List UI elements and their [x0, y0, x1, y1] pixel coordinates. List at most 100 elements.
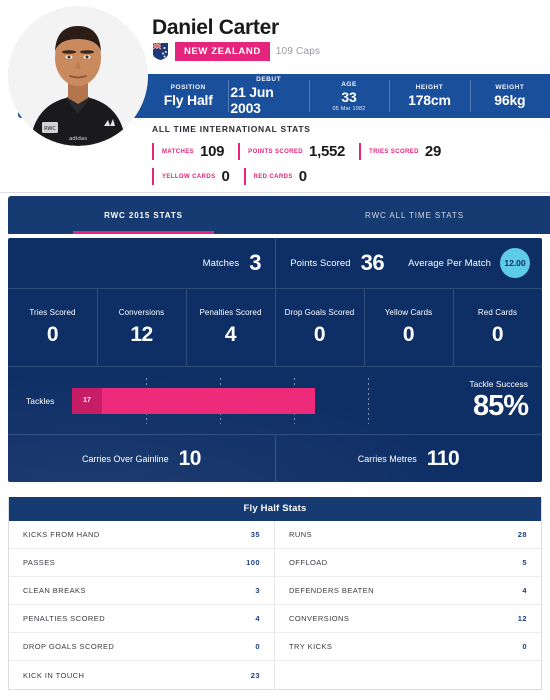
tile-conversions-label: Conversions — [118, 308, 165, 317]
all-time-value-points-scored: 1,552 — [309, 143, 346, 160]
bio-cell-weight: WEIGHT 96kg — [469, 74, 550, 118]
svg-text:adidas: adidas — [69, 136, 87, 142]
summary-average-label: Average Per Match — [408, 257, 491, 269]
stat-value: 4 — [255, 614, 260, 623]
caps-count: 109 Caps — [275, 46, 321, 57]
tab-rwc-all-time-stats-label: RWC ALL TIME STATS — [365, 210, 464, 220]
position-stats-title: Fly Half Stats — [9, 497, 541, 521]
stat-key: PENALTIES SCORED — [23, 614, 106, 623]
bio-value-weight: 96kg — [494, 92, 526, 108]
tackles-row: Tackles 17 Tackle Success 85% — [8, 366, 542, 434]
table-row: OFFLOAD 5 — [275, 549, 541, 577]
bio-value-height: 178cm — [408, 92, 451, 108]
position-stats-columns: KICKS FROM HAND 35 PASSES 100 CLEAN BREA… — [9, 521, 541, 689]
all-time-stat-points-scored: POINTS SCORED 1,552 — [238, 143, 345, 160]
all-time-value-yellow-cards: 0 — [221, 168, 230, 185]
tab-rwc-all-time-stats[interactable]: RWC ALL TIME STATS — [279, 196, 550, 234]
tile-drop-goals-scored-value: 0 — [313, 323, 326, 346]
tile-conversions-value: 12 — [130, 323, 153, 346]
tile-red-cards-label: Red Cards — [477, 308, 518, 317]
stat-key: PASSES — [23, 558, 56, 567]
summary-points-label: Points Scored — [290, 257, 351, 269]
table-row-empty — [275, 661, 541, 689]
stat-value: 23 — [250, 670, 260, 680]
stat-key: RUNS — [289, 530, 313, 539]
bio-value-position: Fly Half — [163, 92, 213, 108]
stat-value: 0 — [522, 642, 527, 651]
all-time-stat-tries-scored: TRIES SCORED 29 — [359, 143, 441, 160]
summary-matches-label: Matches — [202, 257, 240, 269]
tile-drop-goals-scored: Drop Goals Scored 0 — [275, 289, 364, 366]
bio-cell-debut: DEBUT 21 Jun 2003 — [228, 74, 308, 118]
table-row: DROP GOALS SCORED 0 — [9, 633, 274, 661]
carries-over-gainline-label: Carries Over Gainline — [82, 453, 169, 464]
summary-matches: Matches 3 — [8, 238, 275, 288]
tile-red-cards: Red Cards 0 — [453, 289, 542, 366]
table-row: KICK IN TOUCH 23 — [9, 661, 274, 689]
tackles-bar: 17 — [72, 387, 315, 414]
tackles-label: Tackles — [26, 395, 55, 406]
all-time-stat-matches: MATCHES 109 — [152, 143, 224, 160]
carries-over-gainline: Carries Over Gainline 10 — [8, 435, 275, 482]
stat-key: KICKS FROM HAND — [23, 530, 100, 539]
stat-key: KICK IN TOUCH — [23, 670, 85, 680]
new-zealand-flag-icon — [152, 42, 168, 60]
tackles-value-badge: 17 — [72, 387, 102, 414]
all-time-label-red-cards: RED CARDS — [253, 174, 293, 180]
carries-metres-label: Carries Metres — [357, 453, 417, 464]
table-row: CONVERSIONS 12 — [275, 605, 541, 633]
summary-points-value: 36 — [360, 250, 385, 275]
bio-label-position: POSITION — [170, 84, 206, 91]
summary-average-value: 12.00 — [500, 248, 530, 278]
all-time-value-tries-scored: 29 — [424, 143, 441, 160]
bio-cell-age: AGE 33 05 Mar 1982 — [308, 74, 389, 118]
bio-cell-position: POSITION Fly Half — [148, 74, 228, 118]
player-portrait-image: RWC adidas — [8, 6, 148, 146]
all-time-label-tries-scored: TRIES SCORED — [369, 149, 419, 155]
bio-value-age: 33 — [341, 88, 357, 105]
bio-value-debut: 21 Jun 2003 — [230, 84, 274, 116]
page-title: Daniel Carter — [152, 16, 279, 39]
position-stats-right-column: RUNS 28 OFFLOAD 5 DEFENDERS BEATEN 4 CON… — [275, 521, 541, 689]
bio-birthdate: 05 Mar 1982 — [332, 105, 366, 112]
all-time-stats-title: ALL TIME INTERNATIONAL STATS — [152, 124, 311, 134]
summary-row: Matches 3 Points Scored 36 Average Per M… — [8, 238, 542, 288]
summary-average: Average Per Match 12.00 — [408, 248, 530, 278]
all-time-stat-red-cards: RED CARDS 0 — [243, 168, 307, 185]
tackles-gridline — [368, 377, 369, 424]
scoring-tiles-row: Tries Scored 0 Conversions 12 Penalties … — [8, 288, 542, 366]
bio-label-height: HEIGHT — [415, 84, 444, 91]
carries-metres-value: 110 — [426, 446, 460, 470]
rwc-2015-stats-panel: Matches 3 Points Scored 36 Average Per M… — [8, 238, 542, 482]
summary-points: Points Scored 36 Average Per Match 12.00 — [275, 238, 542, 288]
tile-yellow-cards-value: 0 — [402, 323, 415, 346]
tile-conversions: Conversions 12 — [97, 289, 186, 366]
position-stats-left-column: KICKS FROM HAND 35 PASSES 100 CLEAN BREA… — [9, 521, 275, 689]
carries-metres: Carries Metres 110 — [275, 435, 542, 482]
tile-tries-scored-value: 0 — [46, 323, 59, 346]
stat-key: DROP GOALS SCORED — [23, 642, 115, 651]
tile-tries-scored-label: Tries Scored — [29, 308, 76, 317]
table-row: KICKS FROM HAND 35 — [9, 521, 274, 549]
stat-value: 5 — [522, 558, 527, 567]
stat-value: 3 — [255, 586, 260, 595]
stat-value: 100 — [246, 558, 260, 567]
bio-label-age: AGE — [341, 80, 357, 88]
tile-penalties-scored: Penalties Scored 4 — [186, 289, 275, 366]
tab-rwc-2015-stats[interactable]: RWC 2015 STATS — [8, 196, 279, 234]
tackle-success: Tackle Success 85% — [378, 379, 529, 423]
bio-cell-height: HEIGHT 178cm — [389, 74, 469, 118]
tackle-success-value: 85% — [472, 389, 529, 422]
stat-value: 28 — [517, 530, 527, 539]
all-time-value-matches: 109 — [200, 143, 225, 160]
all-time-stats: ALL TIME INTERNATIONAL STATS MATCHES 109… — [152, 124, 542, 193]
table-row: PASSES 100 — [9, 549, 274, 577]
table-row: CLEAN BREAKS 3 — [9, 577, 274, 605]
all-time-stat-yellow-cards: YELLOW CARDS 0 — [152, 168, 230, 185]
tile-yellow-cards: Yellow Cards 0 — [364, 289, 453, 366]
tile-yellow-cards-label: Yellow Cards — [384, 308, 433, 317]
bio-label-debut: DEBUT — [256, 76, 282, 83]
all-time-label-yellow-cards: YELLOW CARDS — [162, 174, 216, 180]
tile-tries-scored: Tries Scored 0 — [8, 289, 97, 366]
table-row: TRY KICKS 0 — [275, 633, 541, 661]
